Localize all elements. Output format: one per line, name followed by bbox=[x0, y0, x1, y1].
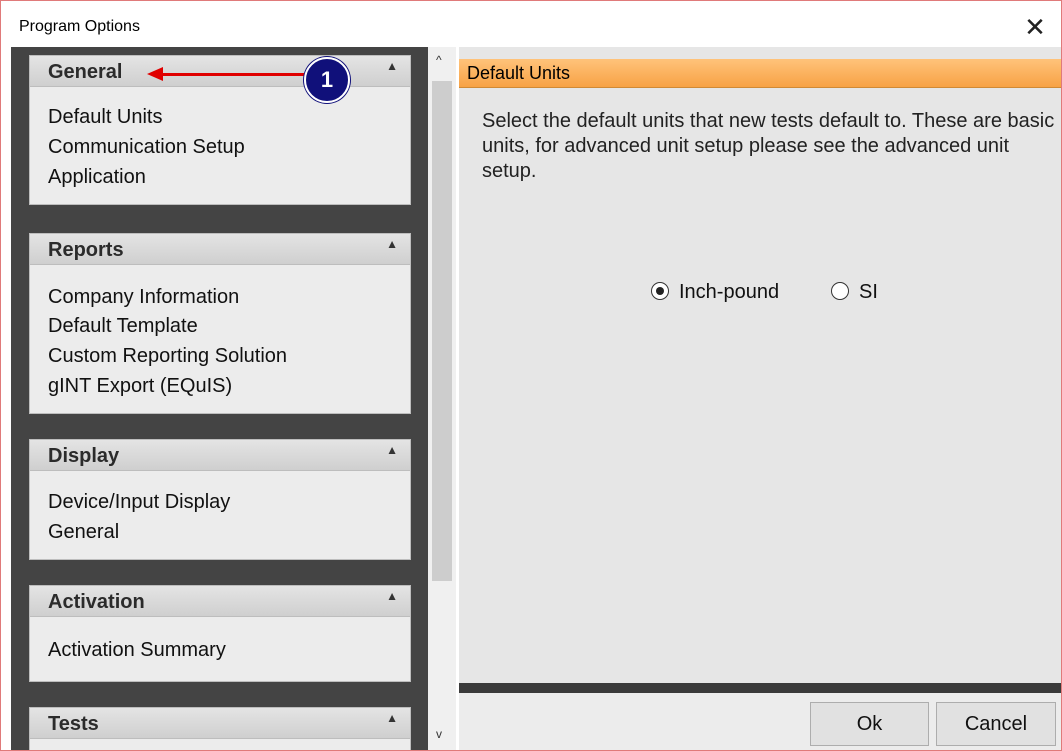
section-header-general[interactable]: General ▲ bbox=[29, 55, 411, 87]
collapse-icon[interactable]: ▲ bbox=[386, 237, 398, 251]
content-header: Default Units bbox=[459, 59, 1061, 88]
content-header-title: Default Units bbox=[467, 63, 571, 83]
section-body-display: Device/Input Display General bbox=[29, 471, 411, 560]
section-general: General ▲ Default Units Communication Se… bbox=[29, 55, 411, 205]
section-activation: Activation ▲ Activation Summary bbox=[29, 585, 411, 682]
section-title: General bbox=[48, 61, 123, 83]
scroll-thumb[interactable] bbox=[432, 81, 452, 581]
collapse-icon[interactable]: ▲ bbox=[386, 443, 398, 457]
section-body-tests bbox=[29, 739, 411, 750]
annotation-arrow-line bbox=[161, 73, 305, 76]
radio-si-indicator[interactable] bbox=[831, 282, 849, 300]
section-tests: Tests ▲ bbox=[29, 707, 411, 750]
close-icon[interactable]: ✕ bbox=[1017, 11, 1053, 43]
sidebar-item-device-input-display[interactable]: Device/Input Display bbox=[48, 491, 230, 514]
section-title: Display bbox=[48, 445, 120, 467]
sidebar-item-custom-reporting-solution[interactable]: Custom Reporting Solution bbox=[48, 345, 287, 368]
radio-inch-pound-indicator[interactable] bbox=[651, 282, 669, 300]
collapse-icon[interactable]: ▲ bbox=[386, 711, 398, 725]
footer-divider bbox=[459, 683, 1061, 693]
section-title: Tests bbox=[48, 713, 99, 735]
sidebar-scrollbar[interactable]: ^ v bbox=[428, 47, 456, 750]
section-header-activation[interactable]: Activation ▲ bbox=[29, 585, 411, 617]
ok-button[interactable]: Ok bbox=[810, 702, 929, 746]
program-options-dialog: Program Options ✕ General ▲ Default Unit… bbox=[0, 0, 1062, 751]
sidebar-item-default-template[interactable]: Default Template bbox=[48, 315, 198, 338]
radio-inch-pound[interactable]: Inch-pound bbox=[651, 281, 779, 304]
scroll-up-icon[interactable]: ^ bbox=[436, 53, 442, 67]
radio-si-label: SI bbox=[859, 281, 878, 303]
radio-si[interactable]: SI bbox=[831, 281, 878, 304]
sidebar-item-communication-setup[interactable]: Communication Setup bbox=[48, 136, 245, 159]
section-display: Display ▲ Device/Input Display General bbox=[29, 439, 411, 560]
collapse-icon[interactable]: ▲ bbox=[386, 59, 398, 73]
section-body-reports: Company Information Default Template Cus… bbox=[29, 265, 411, 414]
sidebar-item-gint-export[interactable]: gINT Export (EQuIS) bbox=[48, 375, 232, 398]
sidebar-item-application[interactable]: Application bbox=[48, 166, 146, 189]
section-title: Reports bbox=[48, 239, 124, 261]
annotation-callout-badge: 1 bbox=[304, 57, 350, 103]
cancel-button[interactable]: Cancel bbox=[936, 702, 1056, 746]
window-title: Program Options bbox=[19, 18, 140, 35]
units-description: Select the default units that new tests … bbox=[482, 110, 1055, 182]
scroll-down-icon[interactable]: v bbox=[436, 727, 442, 741]
section-reports: Reports ▲ Company Information Default Te… bbox=[29, 233, 411, 414]
title-bar: Program Options ✕ bbox=[1, 1, 1061, 47]
section-header-reports[interactable]: Reports ▲ bbox=[29, 233, 411, 265]
section-header-display[interactable]: Display ▲ bbox=[29, 439, 411, 471]
sidebar-item-activation-summary[interactable]: Activation Summary bbox=[48, 639, 226, 662]
section-body-activation: Activation Summary bbox=[29, 617, 411, 682]
sidebar-item-display-general[interactable]: General bbox=[48, 521, 119, 544]
section-header-tests[interactable]: Tests ▲ bbox=[29, 707, 411, 739]
section-body-general: Default Units Communication Setup Applic… bbox=[29, 87, 411, 205]
radio-inch-pound-label: Inch-pound bbox=[679, 281, 780, 303]
options-sidebar: General ▲ Default Units Communication Se… bbox=[11, 47, 428, 750]
sidebar-item-default-units[interactable]: Default Units bbox=[48, 106, 163, 129]
collapse-icon[interactable]: ▲ bbox=[386, 589, 398, 603]
sidebar-item-company-information[interactable]: Company Information bbox=[48, 286, 239, 309]
annotation-arrow-icon bbox=[147, 67, 163, 81]
section-title: Activation bbox=[48, 591, 145, 613]
